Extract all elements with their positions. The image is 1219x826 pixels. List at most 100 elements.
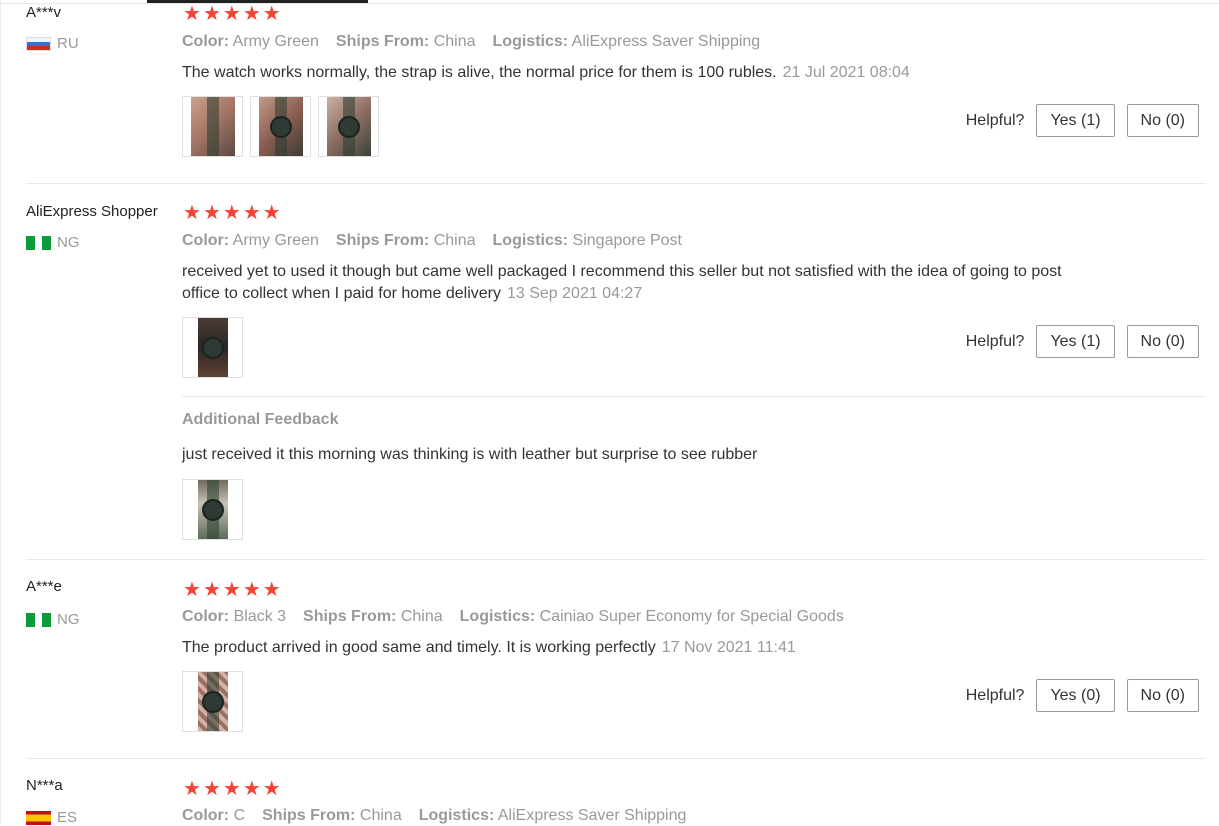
star-icon: ★ [262, 202, 281, 224]
nigeria-flag-icon [26, 612, 51, 627]
helpful-label: Helpful? [965, 686, 1025, 704]
helpful-vote: Helpful? Yes (0) No (0) [966, 679, 1199, 712]
review-photo-thumb[interactable] [182, 317, 243, 378]
attr-label: Ships From: [335, 33, 430, 50]
attr-label: Ships From: [303, 608, 397, 625]
country-code: NG [57, 611, 80, 628]
star-icon: ★ [222, 579, 241, 601]
watch-photo [197, 672, 228, 731]
order-attributes: Color: C Ships From: China Logistics: AliE… [182, 807, 686, 825]
attr-value: China [433, 232, 476, 249]
attr-value: AliExpress Saver Shipping [497, 807, 687, 824]
reviewer-name: AliExpress Shopper [26, 203, 158, 220]
country-code: RU [57, 35, 79, 52]
attr-value: Cainiao Super Economy for Special Goods [539, 608, 844, 625]
star-icon: ★ [242, 202, 261, 224]
russia-flag-icon [26, 36, 51, 51]
additional-feedback-title: Additional Feedback [182, 411, 339, 428]
country-code: NG [57, 234, 80, 251]
attr-value: AliExpress Saver Shipping [571, 33, 761, 50]
star-icon: ★ [262, 778, 281, 800]
left-border [0, 0, 1, 825]
attr-label: Color: [182, 33, 230, 50]
rating-stars: ★ ★ ★ ★ ★ [183, 779, 281, 799]
review-divider [26, 559, 1206, 560]
review-photo-thumb[interactable] [250, 96, 311, 157]
attr-value: China [400, 608, 443, 625]
vote-yes-button[interactable]: Yes (0) [1036, 679, 1115, 712]
review-date: 13 Sep 2021 04:27 [506, 285, 643, 302]
helpful-vote: Helpful? Yes (1) No (0) [966, 104, 1199, 137]
attr-label: Logistics: [418, 807, 495, 824]
star-icon: ★ [183, 579, 201, 601]
review-photos [182, 479, 243, 540]
vote-no-button[interactable]: No (0) [1126, 104, 1199, 137]
star-icon: ★ [222, 202, 241, 224]
star-icon: ★ [262, 579, 281, 601]
attr-label: Color: [182, 232, 230, 249]
review-photo-thumb[interactable] [318, 96, 379, 157]
review-photo-thumb[interactable] [182, 96, 243, 157]
attr-label: Logistics: [492, 33, 569, 50]
review-text: received yet to used it though but came … [182, 261, 1082, 305]
review-body: The product arrived in good same and tim… [182, 639, 656, 656]
star-icon: ★ [222, 3, 241, 25]
attr-label: Color: [182, 608, 230, 625]
star-icon: ★ [202, 778, 221, 800]
review-text: The product arrived in good same and tim… [182, 637, 1082, 659]
reviewer-country: NG [26, 611, 80, 628]
attr-value: Singapore Post [572, 232, 682, 249]
review-photos [182, 671, 243, 732]
star-icon: ★ [183, 778, 201, 800]
attr-value: China [359, 807, 402, 824]
rating-stars: ★ ★ ★ ★ ★ [183, 580, 281, 600]
reviewer-name: N***a [26, 777, 63, 794]
vote-no-button[interactable]: No (0) [1126, 679, 1199, 712]
star-icon: ★ [183, 3, 201, 25]
star-icon: ★ [222, 778, 241, 800]
helpful-vote: Helpful? Yes (1) No (0) [966, 325, 1199, 358]
watch-photo [190, 97, 235, 156]
review-divider [26, 758, 1206, 759]
review-photo-thumb[interactable] [182, 671, 243, 732]
attr-label: Logistics: [459, 608, 536, 625]
star-icon: ★ [202, 579, 221, 601]
attr-label: Logistics: [492, 232, 569, 249]
additional-feedback-divider [182, 396, 1206, 397]
reviewer-country: ES [26, 809, 77, 826]
country-code: ES [57, 809, 78, 826]
star-icon: ★ [262, 3, 281, 25]
additional-feedback-text: just received it this morning was thinki… [182, 446, 758, 463]
review-text: The watch works normally, the strap is a… [182, 62, 1082, 84]
order-attributes: Color: Army Green Ships From: China Logist… [182, 232, 682, 250]
reviews-page: A***v RU ★ ★ ★ ★ ★ Color: Army Green Ship… [0, 0, 1219, 826]
review-photos [182, 96, 379, 157]
spain-flag-icon [26, 810, 51, 825]
review-divider [26, 183, 1206, 184]
attr-value: Army Green [232, 33, 319, 50]
attr-label: Ships From: [335, 232, 430, 249]
watch-photo [258, 97, 303, 156]
star-icon: ★ [202, 3, 221, 25]
review-date: 21 Jul 2021 08:04 [782, 64, 910, 81]
review-photo-thumb[interactable] [182, 479, 243, 540]
watch-photo [326, 97, 371, 156]
review-body: The watch works normally, the strap is a… [182, 64, 777, 81]
reviewer-name: A***e [26, 578, 62, 595]
vote-yes-button[interactable]: Yes (1) [1036, 104, 1115, 137]
vote-no-button[interactable]: No (0) [1126, 325, 1199, 358]
attr-value: China [433, 33, 476, 50]
order-attributes: Color: Army Green Ships From: China Logist… [182, 33, 760, 51]
helpful-label: Helpful? [965, 332, 1025, 350]
reviewer-name: A***v [26, 4, 62, 21]
star-icon: ★ [202, 202, 221, 224]
attr-value: C [233, 807, 246, 824]
review-photos [182, 317, 243, 378]
attr-value: Army Green [232, 232, 319, 249]
watch-photo [197, 318, 228, 377]
helpful-label: Helpful? [965, 111, 1025, 129]
attr-value: Black 3 [233, 608, 287, 625]
vote-yes-button[interactable]: Yes (1) [1036, 325, 1115, 358]
star-icon: ★ [242, 579, 261, 601]
star-icon: ★ [183, 202, 201, 224]
